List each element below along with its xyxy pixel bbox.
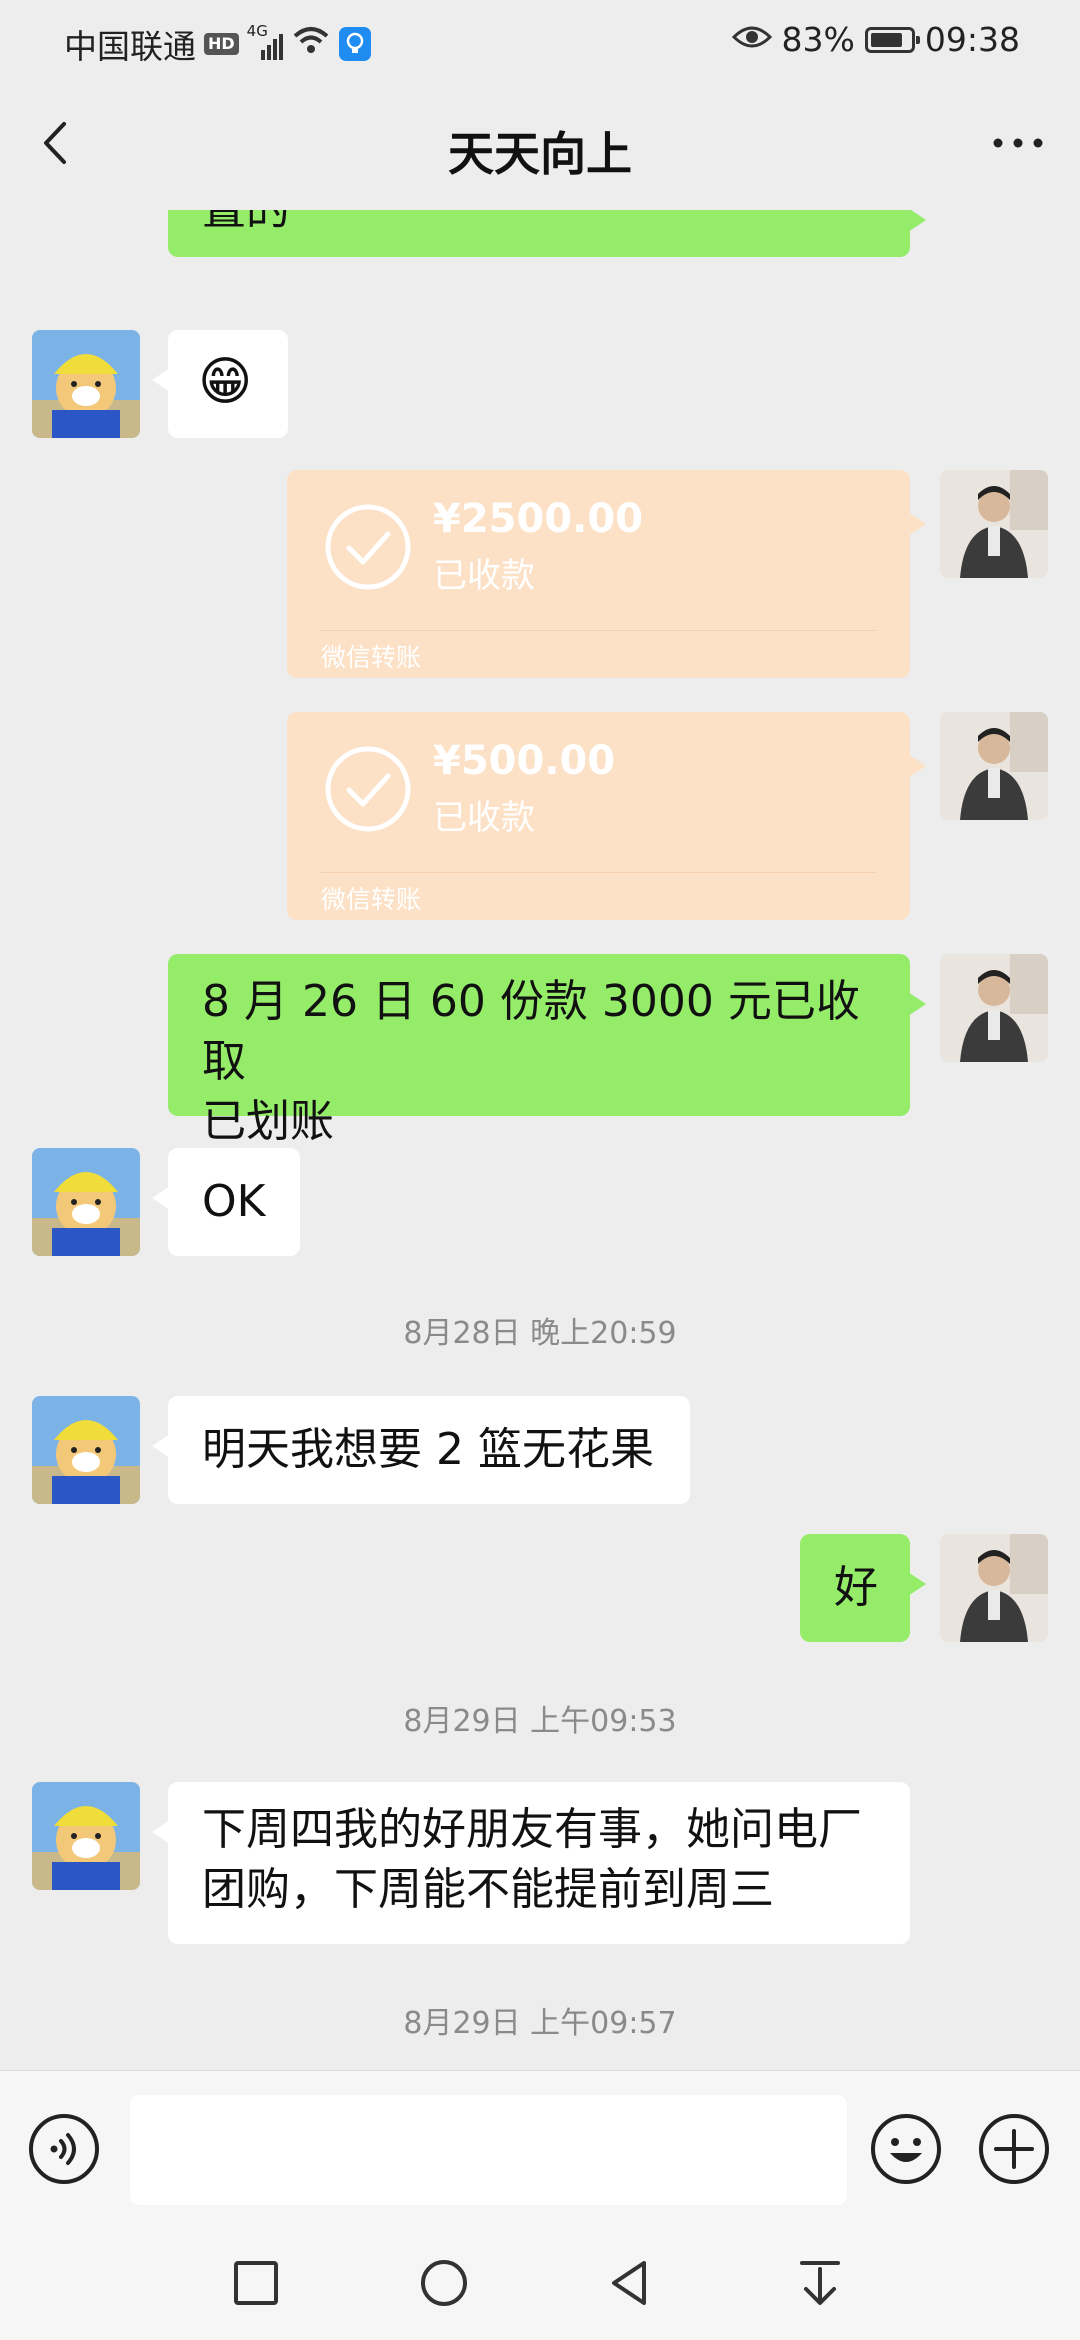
check-circle-icon bbox=[325, 746, 411, 832]
circle-icon bbox=[421, 2260, 467, 2306]
chat-title: 天天向上 bbox=[448, 127, 632, 181]
transfer-divider bbox=[321, 630, 876, 631]
dog-avatar-icon bbox=[32, 1782, 140, 1890]
system-nav-bar bbox=[0, 2225, 1080, 2340]
message-text-line2: 已划账 bbox=[202, 1096, 334, 1147]
eye-icon bbox=[731, 20, 772, 59]
message-bubble-received[interactable]: 下周四我的好朋友有事，她问电厂 团购，下周能不能提前到周三 bbox=[152, 1782, 910, 1944]
transfer-kind: 微信转账 bbox=[321, 885, 422, 914]
recents-button[interactable] bbox=[226, 2253, 286, 2313]
signal-icon: 4G bbox=[247, 22, 283, 62]
avatar-self[interactable] bbox=[940, 954, 1048, 1062]
transfer-divider bbox=[321, 872, 876, 873]
chat-header: 天天向上 bbox=[0, 80, 1080, 210]
dog-avatar-icon bbox=[32, 1148, 140, 1256]
voice-icon bbox=[29, 2114, 99, 2184]
notification-pull-button[interactable] bbox=[790, 2253, 850, 2313]
avatar-self[interactable] bbox=[940, 1534, 1048, 1642]
message-input[interactable] bbox=[130, 2095, 847, 2205]
avatar-self[interactable] bbox=[940, 470, 1048, 578]
emoji-message: 😁 bbox=[198, 352, 253, 412]
voice-button[interactable] bbox=[28, 2113, 100, 2185]
message-text: 置的 bbox=[202, 210, 290, 235]
avatar-self[interactable] bbox=[940, 712, 1048, 820]
message-text-line1: 下周四我的好朋友有事，她问电厂 bbox=[202, 1804, 862, 1855]
timestamp: 8月29日 上午09:57 bbox=[403, 2006, 677, 2041]
plus-icon bbox=[979, 2114, 1049, 2184]
message-bubble-sent[interactable]: 8 月 26 日 60 份款 3000 元已收取 已划账 bbox=[168, 954, 926, 1147]
avatar-friend[interactable] bbox=[32, 1148, 140, 1256]
hd-icon: HD bbox=[204, 33, 239, 55]
person-avatar-icon bbox=[940, 712, 1048, 820]
triangle-back-icon bbox=[612, 2261, 646, 2305]
transfer-status: 已收款 bbox=[433, 798, 535, 838]
dog-avatar-icon bbox=[32, 1396, 140, 1504]
avatar-friend[interactable] bbox=[32, 1396, 140, 1504]
message-text: OK bbox=[202, 1176, 266, 1227]
chat-area[interactable]: 置的 😁 ¥2500.00 已收款 微信转账 ¥500.00 已收款 微信转账 … bbox=[0, 210, 1080, 2070]
transfer-card[interactable]: ¥500.00 已收款 微信转账 bbox=[287, 712, 926, 920]
message-text: 好 bbox=[834, 1562, 878, 1613]
message-text-line1: 8 月 26 日 60 份款 3000 元已收取 bbox=[202, 976, 860, 1087]
more-button[interactable] bbox=[988, 118, 1048, 168]
input-bar bbox=[0, 2070, 1080, 2226]
message-bubble-received[interactable]: OK bbox=[152, 1148, 300, 1256]
check-circle-icon bbox=[325, 504, 411, 590]
message-bubble-sent[interactable]: 置的 bbox=[168, 210, 926, 257]
transfer-status: 已收款 bbox=[433, 556, 535, 596]
transfer-card[interactable]: ¥2500.00 已收款 微信转账 bbox=[287, 470, 926, 678]
battery-percent: 83% bbox=[781, 20, 855, 59]
transfer-amount: ¥2500.00 bbox=[433, 496, 644, 542]
timestamp: 8月28日 晚上20:59 bbox=[403, 1316, 677, 1351]
message-bubble-received[interactable]: 明天我想要 2 篮无花果 bbox=[152, 1396, 690, 1504]
emoji-button[interactable] bbox=[870, 2113, 942, 2185]
plus-button[interactable] bbox=[978, 2113, 1050, 2185]
message-text: 明天我想要 2 篮无花果 bbox=[202, 1424, 654, 1475]
wifi-icon bbox=[291, 24, 331, 64]
square-icon bbox=[234, 2261, 278, 2305]
message-text-line2: 团购，下周能不能提前到周三 bbox=[202, 1864, 774, 1915]
emoji-icon bbox=[871, 2114, 941, 2184]
message-bubble-sent[interactable]: 好 bbox=[800, 1534, 926, 1642]
more-icon bbox=[993, 138, 1043, 148]
avatar-friend[interactable] bbox=[32, 330, 140, 438]
message-bubble-received[interactable]: 😁 bbox=[152, 330, 288, 438]
carrier-name: 中国联通 bbox=[64, 27, 196, 66]
battery-icon bbox=[864, 26, 920, 53]
clock: 09:38 bbox=[924, 20, 1020, 59]
timestamp: 8月29日 上午09:53 bbox=[403, 1704, 677, 1739]
back-nav-button[interactable] bbox=[600, 2253, 660, 2313]
person-avatar-icon bbox=[940, 470, 1048, 578]
avatar-friend[interactable] bbox=[32, 1782, 140, 1890]
home-button[interactable] bbox=[414, 2253, 474, 2313]
person-avatar-icon bbox=[940, 1534, 1048, 1642]
status-bar: 中国联通 HD 4G 83% 09:38 bbox=[0, 0, 1080, 80]
transfer-kind: 微信转账 bbox=[321, 643, 422, 672]
status-right: 83% 09:38 bbox=[731, 20, 1020, 59]
network-type: 4G bbox=[246, 22, 268, 40]
dog-avatar-icon bbox=[32, 330, 140, 438]
status-left: 中国联通 HD 4G bbox=[64, 20, 371, 68]
bulb-icon bbox=[338, 27, 371, 61]
pull-down-icon bbox=[800, 2261, 840, 2305]
transfer-amount: ¥500.00 bbox=[433, 738, 616, 784]
person-avatar-icon bbox=[940, 954, 1048, 1062]
